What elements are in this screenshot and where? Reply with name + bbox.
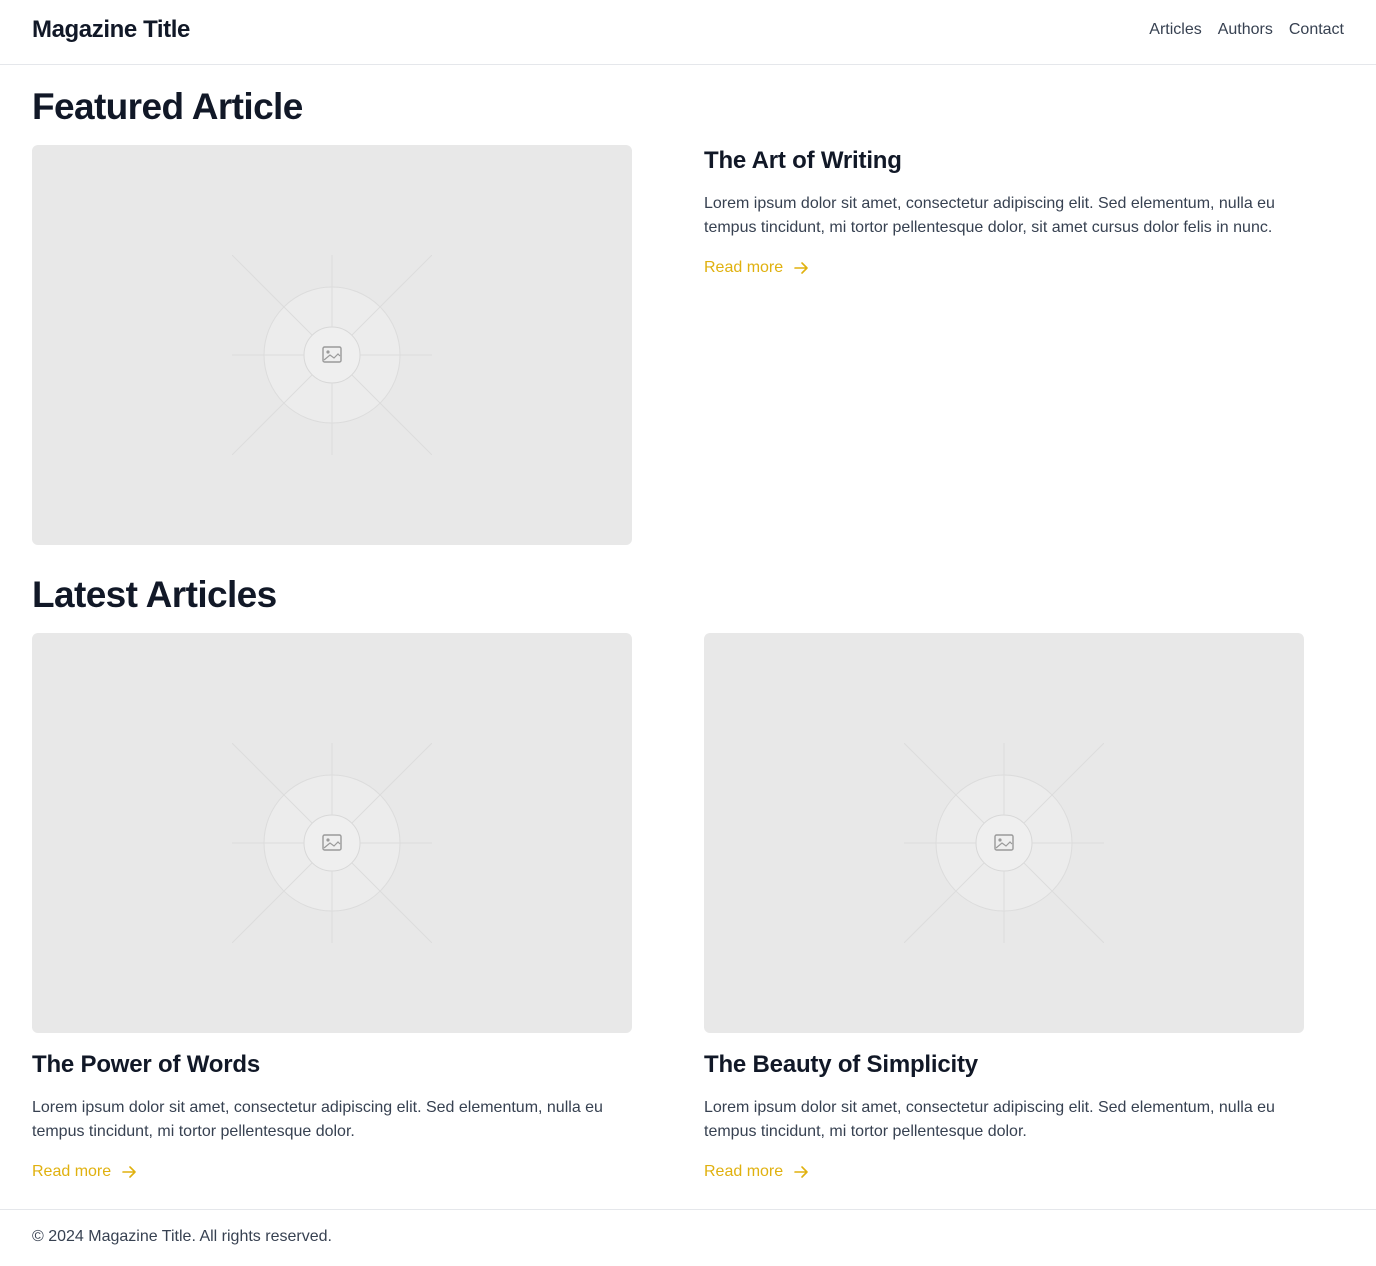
featured-article-title[interactable]: The Art of Writing bbox=[704, 147, 902, 175]
read-more-label: Read more bbox=[32, 1163, 112, 1180]
copyright-text: © 2024 Magazine Title. All rights reserv… bbox=[32, 1228, 332, 1245]
latest-heading: Latest Articles bbox=[32, 574, 277, 615]
article-excerpt: Lorem ipsum dolor sit amet, consectetur … bbox=[32, 1099, 603, 1140]
brand-title[interactable]: Magazine Title bbox=[32, 16, 190, 44]
image-placeholder-icon bbox=[904, 743, 1104, 943]
read-more-label: Read more bbox=[704, 259, 784, 276]
featured-article-image[interactable] bbox=[32, 145, 632, 545]
nav-link-contact[interactable]: Contact bbox=[1289, 21, 1344, 39]
article-title[interactable]: The Beauty of Simplicity bbox=[704, 1051, 978, 1079]
arrow-right-icon bbox=[794, 1166, 808, 1178]
article-read-more-link[interactable]: Read more bbox=[704, 1163, 809, 1181]
nav-link-authors[interactable]: Authors bbox=[1218, 21, 1273, 39]
article-title[interactable]: The Power of Words bbox=[32, 1051, 260, 1079]
image-placeholder-icon bbox=[232, 255, 432, 455]
site-footer: © 2024 Magazine Title. All rights reserv… bbox=[0, 1209, 1376, 1266]
featured-article-excerpt: Lorem ipsum dolor sit amet, consectetur … bbox=[704, 195, 1275, 236]
featured-read-more-link[interactable]: Read more bbox=[704, 259, 809, 277]
main-nav: Articles Authors Contact bbox=[1149, 21, 1344, 39]
nav-link-articles[interactable]: Articles bbox=[1149, 21, 1201, 39]
image-placeholder-icon bbox=[232, 743, 432, 943]
arrow-right-icon bbox=[122, 1166, 136, 1178]
article-read-more-link[interactable]: Read more bbox=[32, 1163, 137, 1181]
article-image[interactable] bbox=[32, 633, 632, 1033]
featured-heading: Featured Article bbox=[32, 86, 303, 127]
article-image[interactable] bbox=[704, 633, 1304, 1033]
article-excerpt: Lorem ipsum dolor sit amet, consectetur … bbox=[704, 1099, 1275, 1140]
read-more-label: Read more bbox=[704, 1163, 784, 1180]
site-header: Magazine Title Articles Authors Contact bbox=[0, 0, 1376, 65]
arrow-right-icon bbox=[794, 262, 808, 274]
